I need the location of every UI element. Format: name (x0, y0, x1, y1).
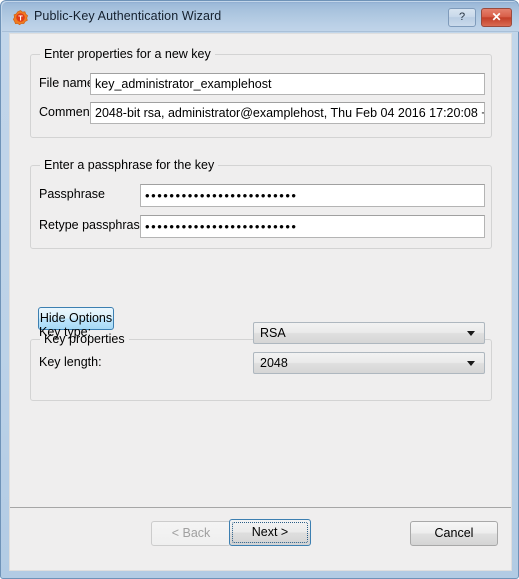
label-key-type: Key type: (39, 325, 92, 339)
cancel-button[interactable]: Cancel (410, 521, 498, 546)
title-bar[interactable]: T Public-Key Authentication Wizard ? ✕ (2, 2, 519, 32)
file-name-input[interactable]: key_administrator_examplehost (90, 73, 485, 95)
group-new-key-properties: Enter properties for a new key (30, 47, 492, 138)
group-passphrase-title: Enter a passphrase for the key (40, 158, 219, 172)
close-button[interactable]: ✕ (481, 8, 512, 27)
group-new-key-title: Enter properties for a new key (40, 47, 215, 61)
key-type-select[interactable]: RSA (253, 322, 485, 344)
next-button[interactable]: Next > (229, 519, 311, 546)
label-comment: Comment (39, 105, 94, 119)
label-file-name: File name (39, 76, 94, 90)
dialog-window: T Public-Key Authentication Wizard ? ✕ E… (0, 0, 519, 579)
svg-text:T: T (18, 15, 23, 23)
key-type-value: RSA (260, 326, 286, 340)
passphrase-input[interactable]: ••••••••••••••••••••••••• (140, 184, 485, 207)
label-key-length: Key length: (39, 355, 102, 369)
footer-separator (10, 507, 511, 508)
next-button-label: Next > (251, 525, 289, 539)
help-button[interactable]: ? (448, 8, 476, 27)
app-icon: T (13, 10, 28, 25)
back-button[interactable]: < Back (151, 521, 231, 546)
key-length-value: 2048 (260, 356, 288, 370)
retype-passphrase-input[interactable]: ••••••••••••••••••••••••• (140, 215, 485, 238)
comment-input[interactable]: 2048-bit rsa, administrator@examplehost,… (90, 102, 485, 124)
chevron-down-icon (467, 331, 475, 336)
chevron-down-icon (467, 361, 475, 366)
label-retype-passphrase: Retype passphrase (39, 218, 147, 232)
label-passphrase: Passphrase (39, 187, 106, 201)
key-length-select[interactable]: 2048 (253, 352, 485, 374)
window-title: Public-Key Authentication Wizard (34, 9, 222, 23)
dialog-client-area: Enter properties for a new key File name… (9, 33, 512, 571)
